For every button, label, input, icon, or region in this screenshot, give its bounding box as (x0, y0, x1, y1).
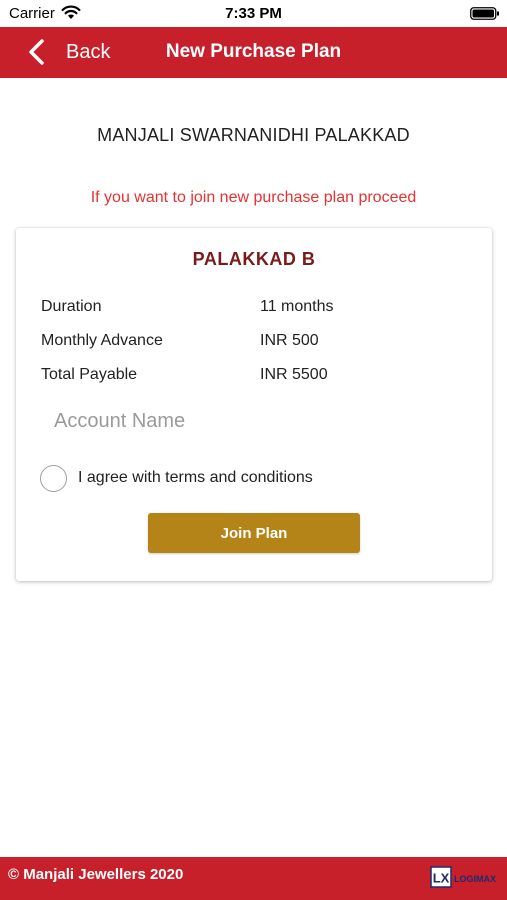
battery-icon (470, 7, 499, 20)
logo-brand-text: LOGIMAX (454, 874, 496, 884)
detail-label: Monthly Advance (41, 332, 163, 349)
page-title: New Purchase Plan (165, 41, 342, 62)
status-bar: Carrier 7:33 PM (0, 0, 507, 27)
nav-bar: Back New Purchase Plan (0, 27, 507, 78)
logimax-logo: LX LOGIMAX (430, 866, 496, 888)
detail-value: 11 months (260, 298, 334, 315)
agree-terms-radio[interactable] (40, 464, 67, 492)
detail-label: Duration (41, 298, 102, 315)
copyright-text: © Manjali Jewellers 2020 (8, 866, 184, 883)
agree-terms-label[interactable]: I agree with terms and conditions (78, 469, 313, 487)
detail-label: Total Payable (41, 366, 138, 383)
status-time: 7:33 PM (225, 5, 282, 22)
detail-value: INR 5500 (260, 366, 328, 383)
account-name-input[interactable] (54, 404, 454, 438)
join-plan-button[interactable]: Join Plan (148, 513, 360, 553)
footer: © Manjali Jewellers 2020 LX LOGIMAX (0, 857, 507, 900)
detail-row-total-payable: Total Payable INR 5500 (41, 366, 471, 388)
detail-value: INR 500 (260, 332, 319, 349)
shop-name: MANJALI SWARNANIDHI PALAKKAD (97, 125, 410, 145)
info-message: If you want to join new purchase plan pr… (90, 189, 417, 206)
detail-row-monthly-advance: Monthly Advance INR 500 (41, 332, 471, 354)
agree-terms-row[interactable]: I agree with terms and conditions (40, 464, 313, 492)
logo-mark-text: LX (433, 871, 450, 886)
plan-title: PALAKKAD B (192, 249, 316, 269)
plan-card: PALAKKAD B Duration 11 months Monthly Ad… (16, 228, 492, 581)
detail-row-duration: Duration 11 months (41, 298, 471, 320)
